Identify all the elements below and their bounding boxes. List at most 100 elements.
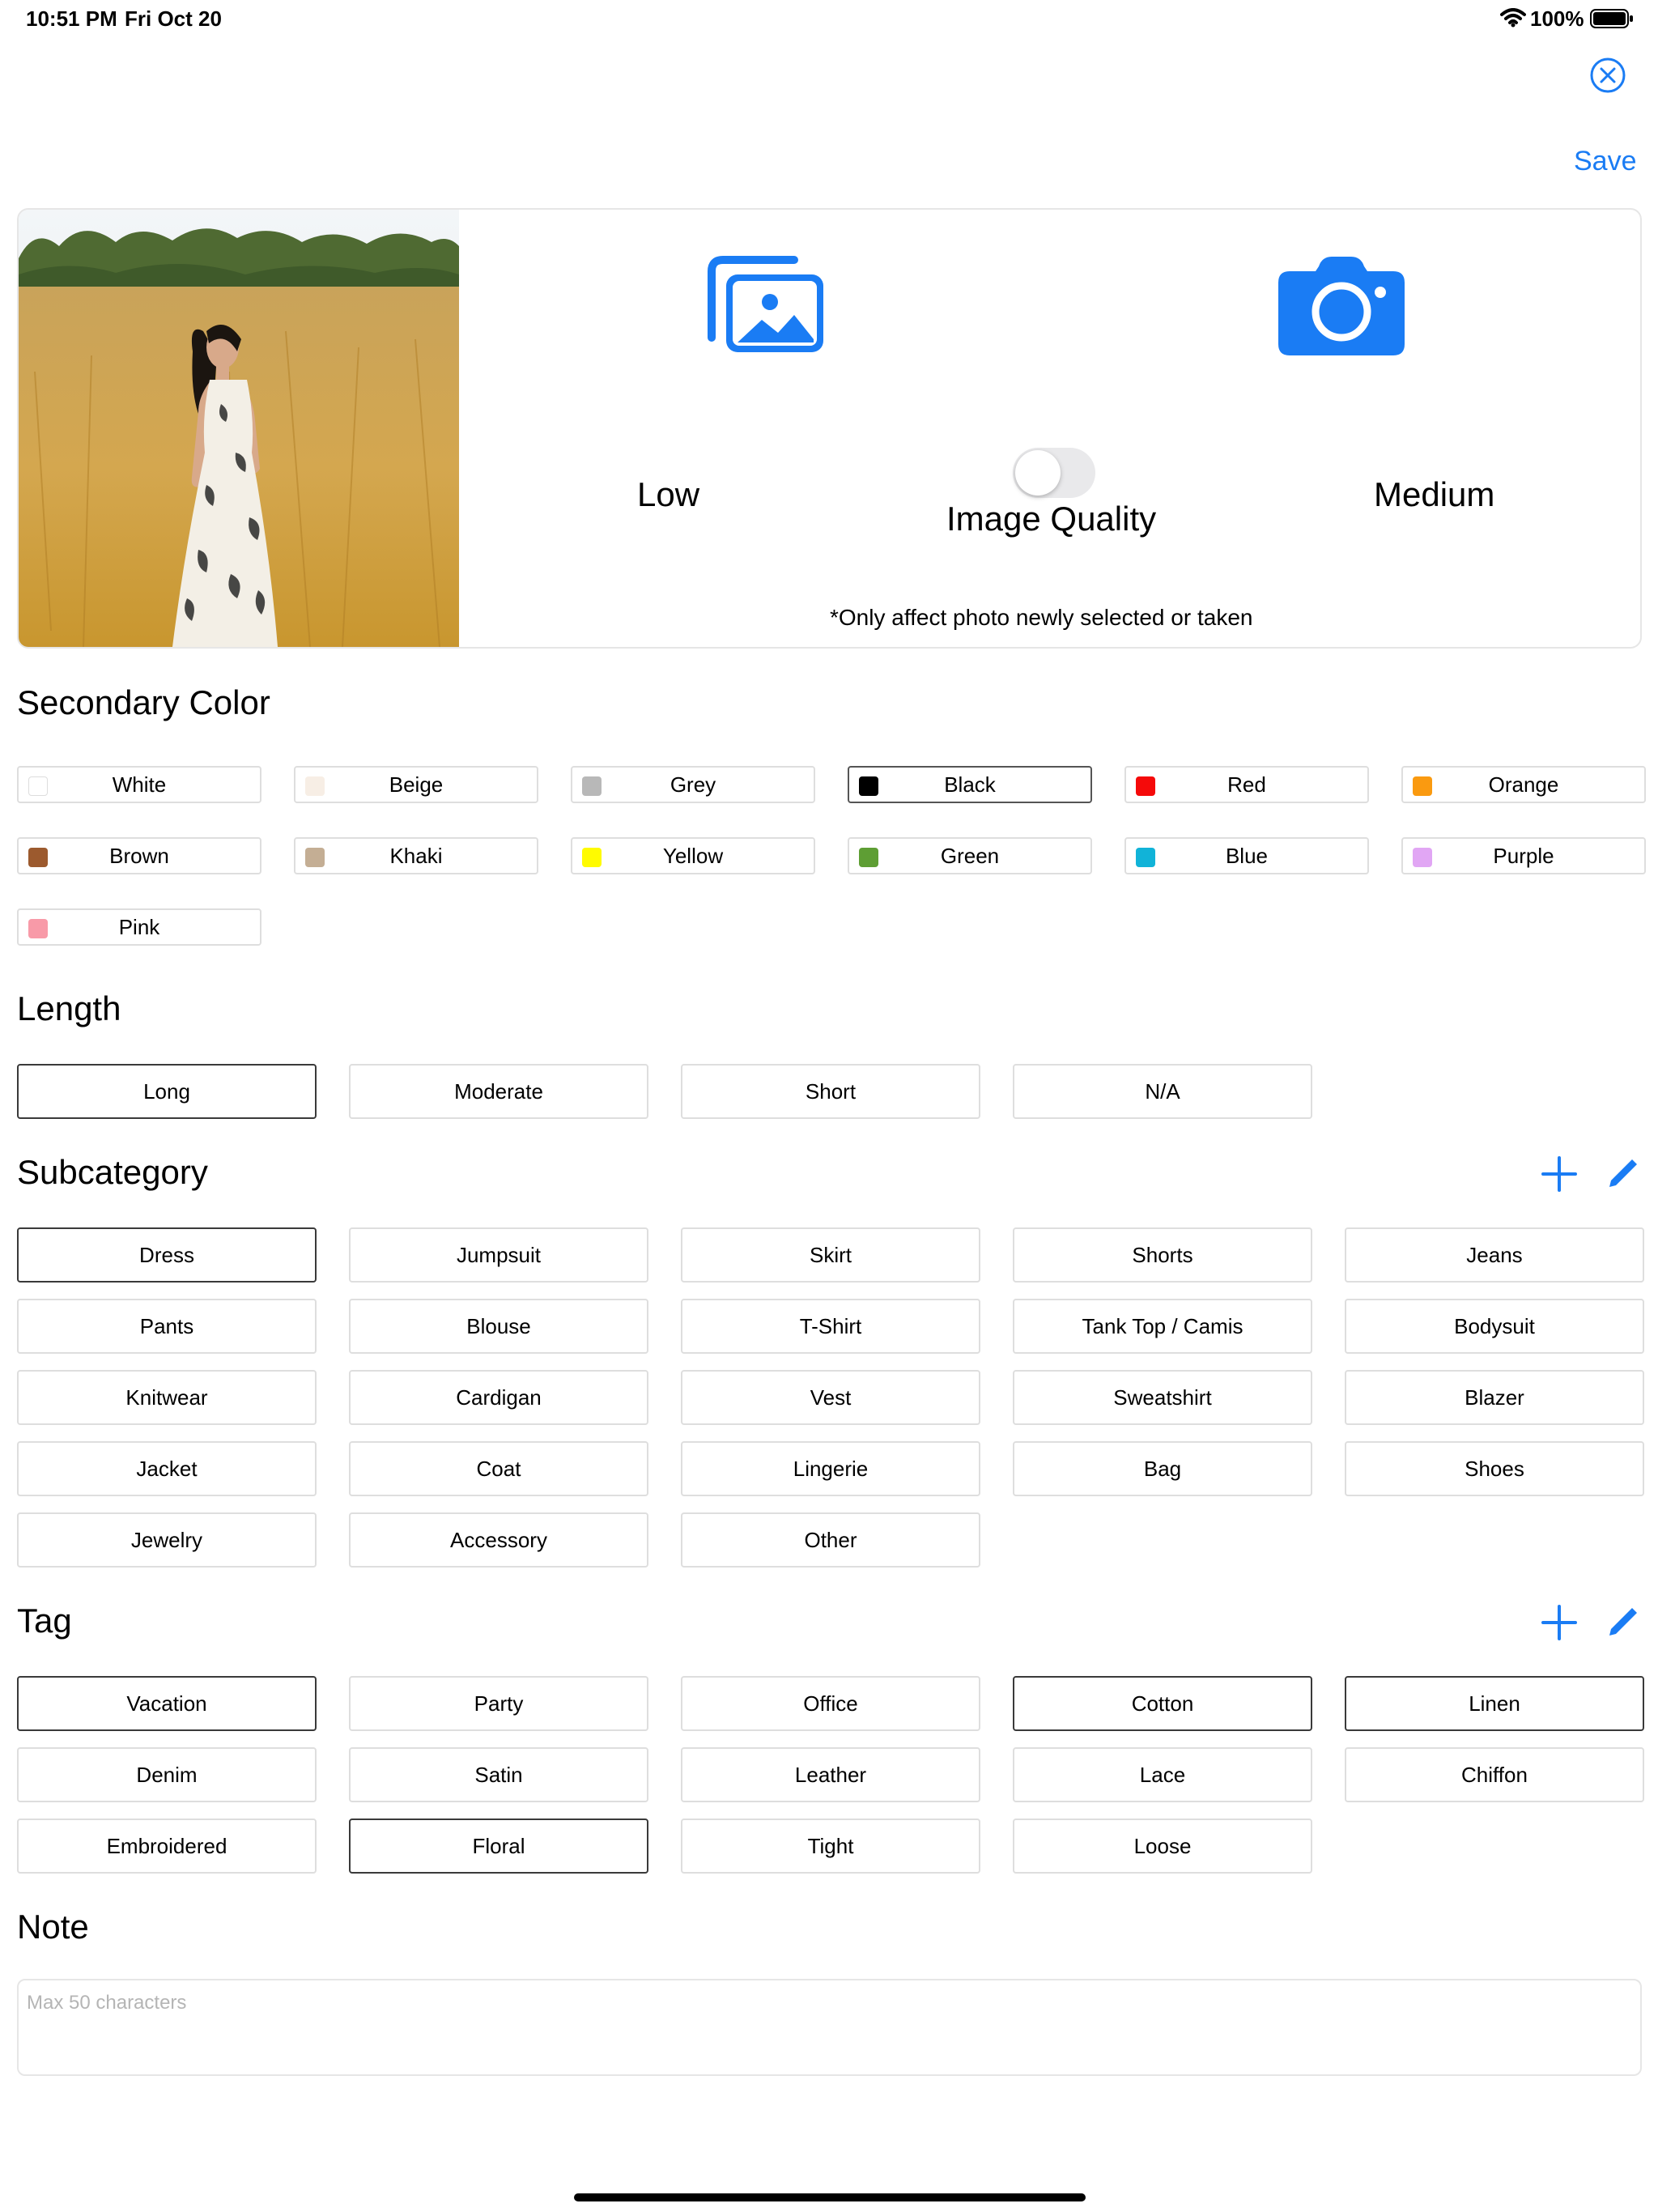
subcategory-option-pants[interactable]: Pants bbox=[17, 1299, 317, 1354]
subcategory-option-label: Blouse bbox=[466, 1313, 531, 1338]
note-title: Note bbox=[17, 1908, 89, 1946]
subcategory-option-label: Shoes bbox=[1465, 1456, 1524, 1481]
color-chip-orange[interactable]: Orange bbox=[1401, 766, 1646, 803]
tag-option-party[interactable]: Party bbox=[349, 1676, 648, 1731]
subcategory-option-bodysuit[interactable]: Bodysuit bbox=[1345, 1299, 1644, 1354]
tag-option-office[interactable]: Office bbox=[681, 1676, 980, 1731]
length-title: Length bbox=[17, 989, 121, 1027]
subcategory-option-cardigan[interactable]: Cardigan bbox=[349, 1370, 648, 1425]
tag-option-linen[interactable]: Linen bbox=[1345, 1676, 1644, 1731]
color-chip-brown[interactable]: Brown bbox=[17, 837, 261, 874]
subcategory-option-bag[interactable]: Bag bbox=[1013, 1441, 1312, 1496]
status-date: Fri Oct 20 bbox=[125, 6, 222, 31]
tag-option-label: Leather bbox=[794, 1762, 867, 1787]
color-chip-red[interactable]: Red bbox=[1124, 766, 1369, 803]
tag-edit-pencil-icon[interactable] bbox=[1605, 1605, 1640, 1644]
color-chip-yellow[interactable]: Yellow bbox=[571, 837, 815, 874]
length-option-label: Long bbox=[143, 1078, 190, 1104]
color-chip-label: Orange bbox=[1488, 772, 1559, 797]
toggle-knob bbox=[1015, 450, 1061, 496]
subcategory-option-label: Vest bbox=[810, 1385, 852, 1410]
color-chip-grey[interactable]: Grey bbox=[571, 766, 815, 803]
subcategory-option-label: Bodysuit bbox=[1454, 1313, 1535, 1338]
color-chip-label: Pink bbox=[118, 914, 160, 939]
subcategory-option-other[interactable]: Other bbox=[681, 1512, 980, 1568]
garment-photo[interactable] bbox=[19, 210, 459, 647]
color-chip-label: Yellow bbox=[662, 843, 724, 868]
subcategory-option-shorts[interactable]: Shorts bbox=[1013, 1227, 1312, 1283]
subcategory-option-dress[interactable]: Dress bbox=[17, 1227, 317, 1283]
tag-option-floral[interactable]: Floral bbox=[349, 1819, 648, 1874]
color-chip-green[interactable]: Green bbox=[848, 837, 1092, 874]
subcategory-option-accessory[interactable]: Accessory bbox=[349, 1512, 648, 1568]
length-option-moderate[interactable]: Moderate bbox=[349, 1064, 648, 1119]
subcategory-option-label: Jewelry bbox=[130, 1527, 203, 1552]
tag-option-vacation[interactable]: Vacation bbox=[17, 1676, 317, 1731]
color-chip-white[interactable]: White bbox=[17, 766, 261, 803]
subcategory-option-tank-top-camis[interactable]: Tank Top / Camis bbox=[1013, 1299, 1312, 1354]
tag-option-denim[interactable]: Denim bbox=[17, 1747, 317, 1802]
subcategory-option-jewelry[interactable]: Jewelry bbox=[17, 1512, 317, 1568]
quality-note: *Only affect photo newly selected or tak… bbox=[830, 605, 1253, 630]
color-swatch bbox=[28, 848, 48, 867]
length-option-short[interactable]: Short bbox=[681, 1064, 980, 1119]
note-textarea[interactable] bbox=[19, 1980, 1640, 2074]
color-chip-pink[interactable]: Pink bbox=[17, 908, 261, 946]
subcategory-option-coat[interactable]: Coat bbox=[349, 1441, 648, 1496]
tag-option-chiffon[interactable]: Chiffon bbox=[1345, 1747, 1644, 1802]
tag-option-label: Office bbox=[803, 1691, 858, 1716]
subcategory-option-label: Coat bbox=[476, 1456, 521, 1481]
color-chip-black[interactable]: Black bbox=[848, 766, 1092, 803]
subcategory-option-skirt[interactable]: Skirt bbox=[681, 1227, 980, 1283]
subcategory-option-blazer[interactable]: Blazer bbox=[1345, 1370, 1644, 1425]
wifi-icon bbox=[1500, 8, 1526, 32]
color-chip-label: Black bbox=[944, 772, 996, 797]
tag-option-embroidered[interactable]: Embroidered bbox=[17, 1819, 317, 1874]
color-chip-purple[interactable]: Purple bbox=[1401, 837, 1646, 874]
tag-option-label: Floral bbox=[472, 1833, 525, 1858]
photo-library-icon[interactable] bbox=[705, 255, 827, 355]
tag-option-satin[interactable]: Satin bbox=[349, 1747, 648, 1802]
tag-option-label: Linen bbox=[1469, 1691, 1520, 1716]
subcategory-option-t-shirt[interactable]: T-Shirt bbox=[681, 1299, 980, 1354]
length-option-long[interactable]: Long bbox=[17, 1064, 317, 1119]
color-swatch bbox=[582, 848, 602, 867]
subcategory-option-shoes[interactable]: Shoes bbox=[1345, 1441, 1644, 1496]
quality-low-label: Low bbox=[637, 475, 700, 513]
subcategory-option-sweatshirt[interactable]: Sweatshirt bbox=[1013, 1370, 1312, 1425]
color-chip-blue[interactable]: Blue bbox=[1124, 837, 1369, 874]
save-button[interactable]: Save bbox=[1574, 146, 1637, 177]
tag-option-lace[interactable]: Lace bbox=[1013, 1747, 1312, 1802]
subcategory-option-blouse[interactable]: Blouse bbox=[349, 1299, 648, 1354]
subcategory-option-lingerie[interactable]: Lingerie bbox=[681, 1441, 980, 1496]
length-option-n-a[interactable]: N/A bbox=[1013, 1064, 1312, 1119]
subcategory-option-label: Pants bbox=[139, 1313, 194, 1338]
tag-option-tight[interactable]: Tight bbox=[681, 1819, 980, 1874]
color-chip-khaki[interactable]: Khaki bbox=[294, 837, 538, 874]
subcategory-option-jeans[interactable]: Jeans bbox=[1345, 1227, 1644, 1283]
camera-icon[interactable] bbox=[1277, 253, 1406, 359]
close-icon[interactable] bbox=[1589, 57, 1626, 94]
subcategory-option-vest[interactable]: Vest bbox=[681, 1370, 980, 1425]
subcategory-add-icon[interactable] bbox=[1541, 1156, 1577, 1196]
tag-option-cotton[interactable]: Cotton bbox=[1013, 1676, 1312, 1731]
tag-option-leather[interactable]: Leather bbox=[681, 1747, 980, 1802]
color-swatch bbox=[305, 776, 325, 796]
tag-option-label: Chiffon bbox=[1461, 1762, 1528, 1787]
color-chip-beige[interactable]: Beige bbox=[294, 766, 538, 803]
subcategory-option-jumpsuit[interactable]: Jumpsuit bbox=[349, 1227, 648, 1283]
subcategory-option-label: Bag bbox=[1143, 1456, 1182, 1481]
tag-option-loose[interactable]: Loose bbox=[1013, 1819, 1312, 1874]
color-swatch bbox=[859, 776, 878, 796]
color-chip-label: Beige bbox=[389, 772, 444, 797]
subcategory-edit-pencil-icon[interactable] bbox=[1605, 1156, 1640, 1196]
subcategory-option-jacket[interactable]: Jacket bbox=[17, 1441, 317, 1496]
length-option-label: N/A bbox=[1145, 1078, 1180, 1104]
subcategory-option-label: Blazer bbox=[1465, 1385, 1524, 1410]
quality-toggle[interactable] bbox=[1013, 448, 1095, 498]
tag-add-icon[interactable] bbox=[1541, 1605, 1577, 1644]
subcategory-option-label: Jumpsuit bbox=[456, 1242, 542, 1267]
image-quality-label: Image Quality bbox=[946, 500, 1157, 538]
subcategory-option-knitwear[interactable]: Knitwear bbox=[17, 1370, 317, 1425]
subcategory-option-label: Jacket bbox=[136, 1456, 198, 1481]
